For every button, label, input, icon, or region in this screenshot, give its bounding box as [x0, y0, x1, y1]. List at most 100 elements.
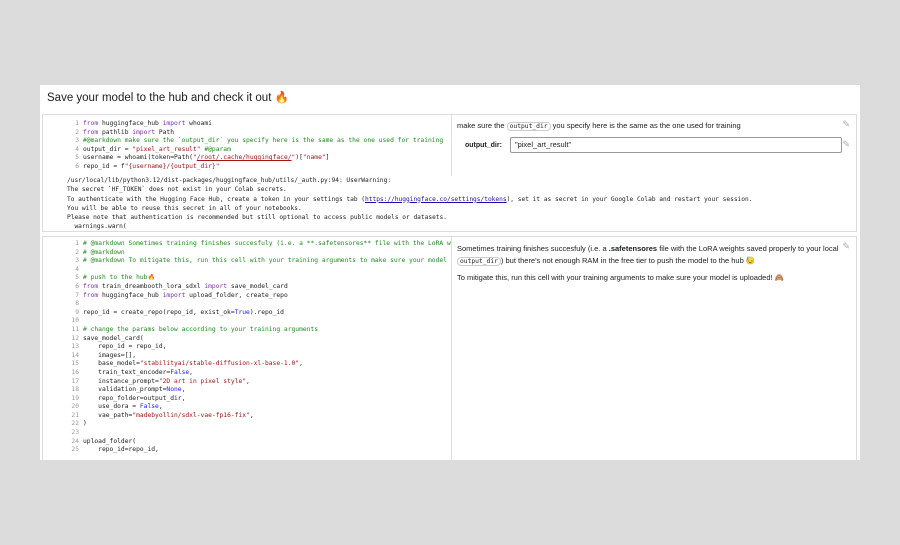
code-line: 19 repo_folder=output_dir,	[43, 395, 451, 404]
code-line: 12 save_model_card(	[43, 335, 451, 344]
code-cell-login[interactable]: 1 from huggingface_hub import whoami 2 from…	[42, 114, 857, 232]
line-number: 20	[71, 403, 79, 411]
code-token: # @markdown Sometimes training finishes …	[83, 240, 451, 247]
code-token: ,	[299, 360, 303, 368]
code-line: 1 from huggingface_hub import whoami	[43, 120, 451, 129]
code-token: username = whoami(token=Path(	[83, 154, 193, 162]
code-line: 20 use_dora = False,	[43, 403, 451, 412]
code-token: True	[234, 308, 250, 316]
code-line: 16 train_text_encoder=False,	[43, 369, 451, 378]
output-dir-input[interactable]: "pixel_art_result"	[509, 137, 842, 153]
line-number: 25	[71, 446, 79, 454]
code-line: 2 from pathlib import Path	[43, 129, 451, 138]
section-heading: Save your model to the hub and check it …	[47, 92, 289, 104]
code-cell-push[interactable]: 1 # @markdown Sometimes training finishes…	[42, 236, 857, 460]
code-line: 18 validation_prompt=None,	[43, 386, 451, 395]
code-token: from	[83, 120, 99, 127]
code-line: 25 repo_id=repo_id,	[43, 446, 451, 455]
line-number: 9	[75, 308, 79, 316]
line-number: 5	[75, 154, 79, 162]
code-token: import	[162, 291, 186, 299]
code-token: # @markdown To mitigate this, run this c…	[83, 257, 451, 265]
edit-pencil-icon[interactable]: ✎	[842, 241, 850, 252]
code-token: instance_prompt=	[83, 377, 159, 385]
code-token: output_dir =	[83, 145, 133, 153]
line-number: 1	[75, 240, 79, 247]
code-line: 2 # @markdown	[43, 249, 451, 258]
code-token: )	[83, 420, 87, 428]
edit-pencil-icon[interactable]: ✎	[842, 139, 850, 150]
code-token: from	[83, 291, 99, 299]
code-line: 4 output_dir = "pixel_art_result" #@param	[43, 146, 451, 155]
code-line: 6 from train_dreambooth_lora_sdxl import …	[43, 283, 451, 292]
code-line: 13 repo_id = repo_id,	[43, 343, 451, 352]
line-number: 22	[71, 420, 79, 428]
code-token: huggingface_hub	[98, 291, 163, 299]
code-line: 23	[43, 429, 451, 438]
code-token: ,	[181, 386, 186, 394]
line-number: 4	[75, 265, 79, 273]
code-token: # push to the hub🔥	[83, 274, 156, 282]
code-line: 3 # @markdown To mitigate this, run this …	[43, 257, 451, 266]
code-line: 21 vae_path="madebyollin/sdxl-vae-fp16-f…	[43, 412, 451, 421]
code-token: False	[139, 403, 159, 411]
code-editor[interactable]: 1 # @markdown Sometimes training finishes…	[43, 237, 452, 460]
line-number: 10	[71, 317, 79, 325]
code-token: # @markdown	[83, 248, 125, 256]
output-line: You will be able to reuse this secret in…	[67, 204, 302, 212]
line-number: 5	[75, 274, 79, 282]
code-token: "{username}/{output_dir}"	[124, 162, 220, 170]
code-line: 6 repo_id = f"{username}/{output_dir}"	[43, 163, 451, 172]
code-token: repo_id=repo_id,	[83, 446, 159, 454]
settings-link[interactable]: https://huggingface.co/settings/tokens	[365, 196, 507, 203]
code-token: images=[],	[83, 351, 137, 359]
output-line: warnings.warn(	[67, 223, 127, 231]
code-chip: output_dir	[457, 257, 501, 266]
code-token: #@param	[200, 145, 231, 153]
line-number: 4	[75, 145, 79, 153]
markdown-paragraph: Sometimes training finishes succesfuly (…	[457, 244, 839, 266]
code-line: 9 repo_id = create_repo(repo_id, exist_ok…	[43, 309, 451, 318]
line-number: 1	[75, 120, 79, 127]
form-text: make sure the	[457, 121, 505, 130]
code-token: repo_id = create_repo(repo_id, exist_ok=	[83, 308, 235, 316]
output-line: /usr/local/lib/python3.12/dist-packages/…	[67, 177, 392, 184]
line-number: 14	[71, 351, 79, 359]
code-line: 3 #@markdown make sure the `output_dir` y…	[43, 137, 451, 146]
line-number: 15	[71, 360, 79, 368]
line-number: 18	[71, 386, 79, 394]
field-label: output_dir:	[465, 141, 502, 149]
code-token: import	[204, 282, 228, 290]
code-token: "stabilityai/stable-diffusion-xl-base-1.…	[139, 360, 300, 368]
code-line: 22)	[43, 420, 451, 429]
markdown-paragraph: To mitigate this, run this cell with you…	[457, 273, 784, 282]
edit-pencil-icon[interactable]: ✎	[842, 119, 850, 130]
code-token: ).repo_id	[249, 308, 284, 316]
line-number: 23	[71, 429, 79, 437]
code-token: vae_path=	[83, 411, 133, 419]
code-token: ,	[158, 403, 163, 411]
code-token: Path	[155, 128, 175, 136]
line-number: 3	[75, 137, 79, 145]
line-number: 6	[75, 282, 79, 290]
line-number: 12	[71, 334, 79, 342]
code-line: 5 username = whoami(token=Path("/root/.ca…	[43, 154, 451, 163]
line-number: 21	[71, 411, 79, 419]
line-number: 16	[71, 368, 79, 376]
code-line: 7 from huggingface_hub import upload_fold…	[43, 292, 451, 301]
form-text: you specify here is the same as the one …	[552, 121, 741, 130]
code-token: import	[162, 120, 186, 127]
code-token: save_model_card	[227, 282, 288, 290]
code-editor[interactable]: 1 from huggingface_hub import whoami 2 from…	[43, 115, 452, 176]
notebook: Save your model to the hub and check it …	[40, 85, 860, 460]
line-number: 2	[75, 248, 79, 256]
code-line: 17 instance_prompt="2D art in pixel styl…	[43, 378, 451, 387]
code-token: save_model_card(	[83, 334, 144, 342]
code-token: "name"	[302, 154, 326, 162]
code-token: )[	[295, 154, 303, 162]
code-token: #@markdown make sure the `output_dir` yo…	[83, 137, 444, 145]
output-line: The secret `HF_TOKEN` does not exist in …	[67, 186, 287, 194]
code-token: train_dreambooth_lora_sdxl	[98, 282, 205, 290]
code-token: from	[83, 128, 99, 136]
code-token: whoami	[185, 120, 212, 127]
